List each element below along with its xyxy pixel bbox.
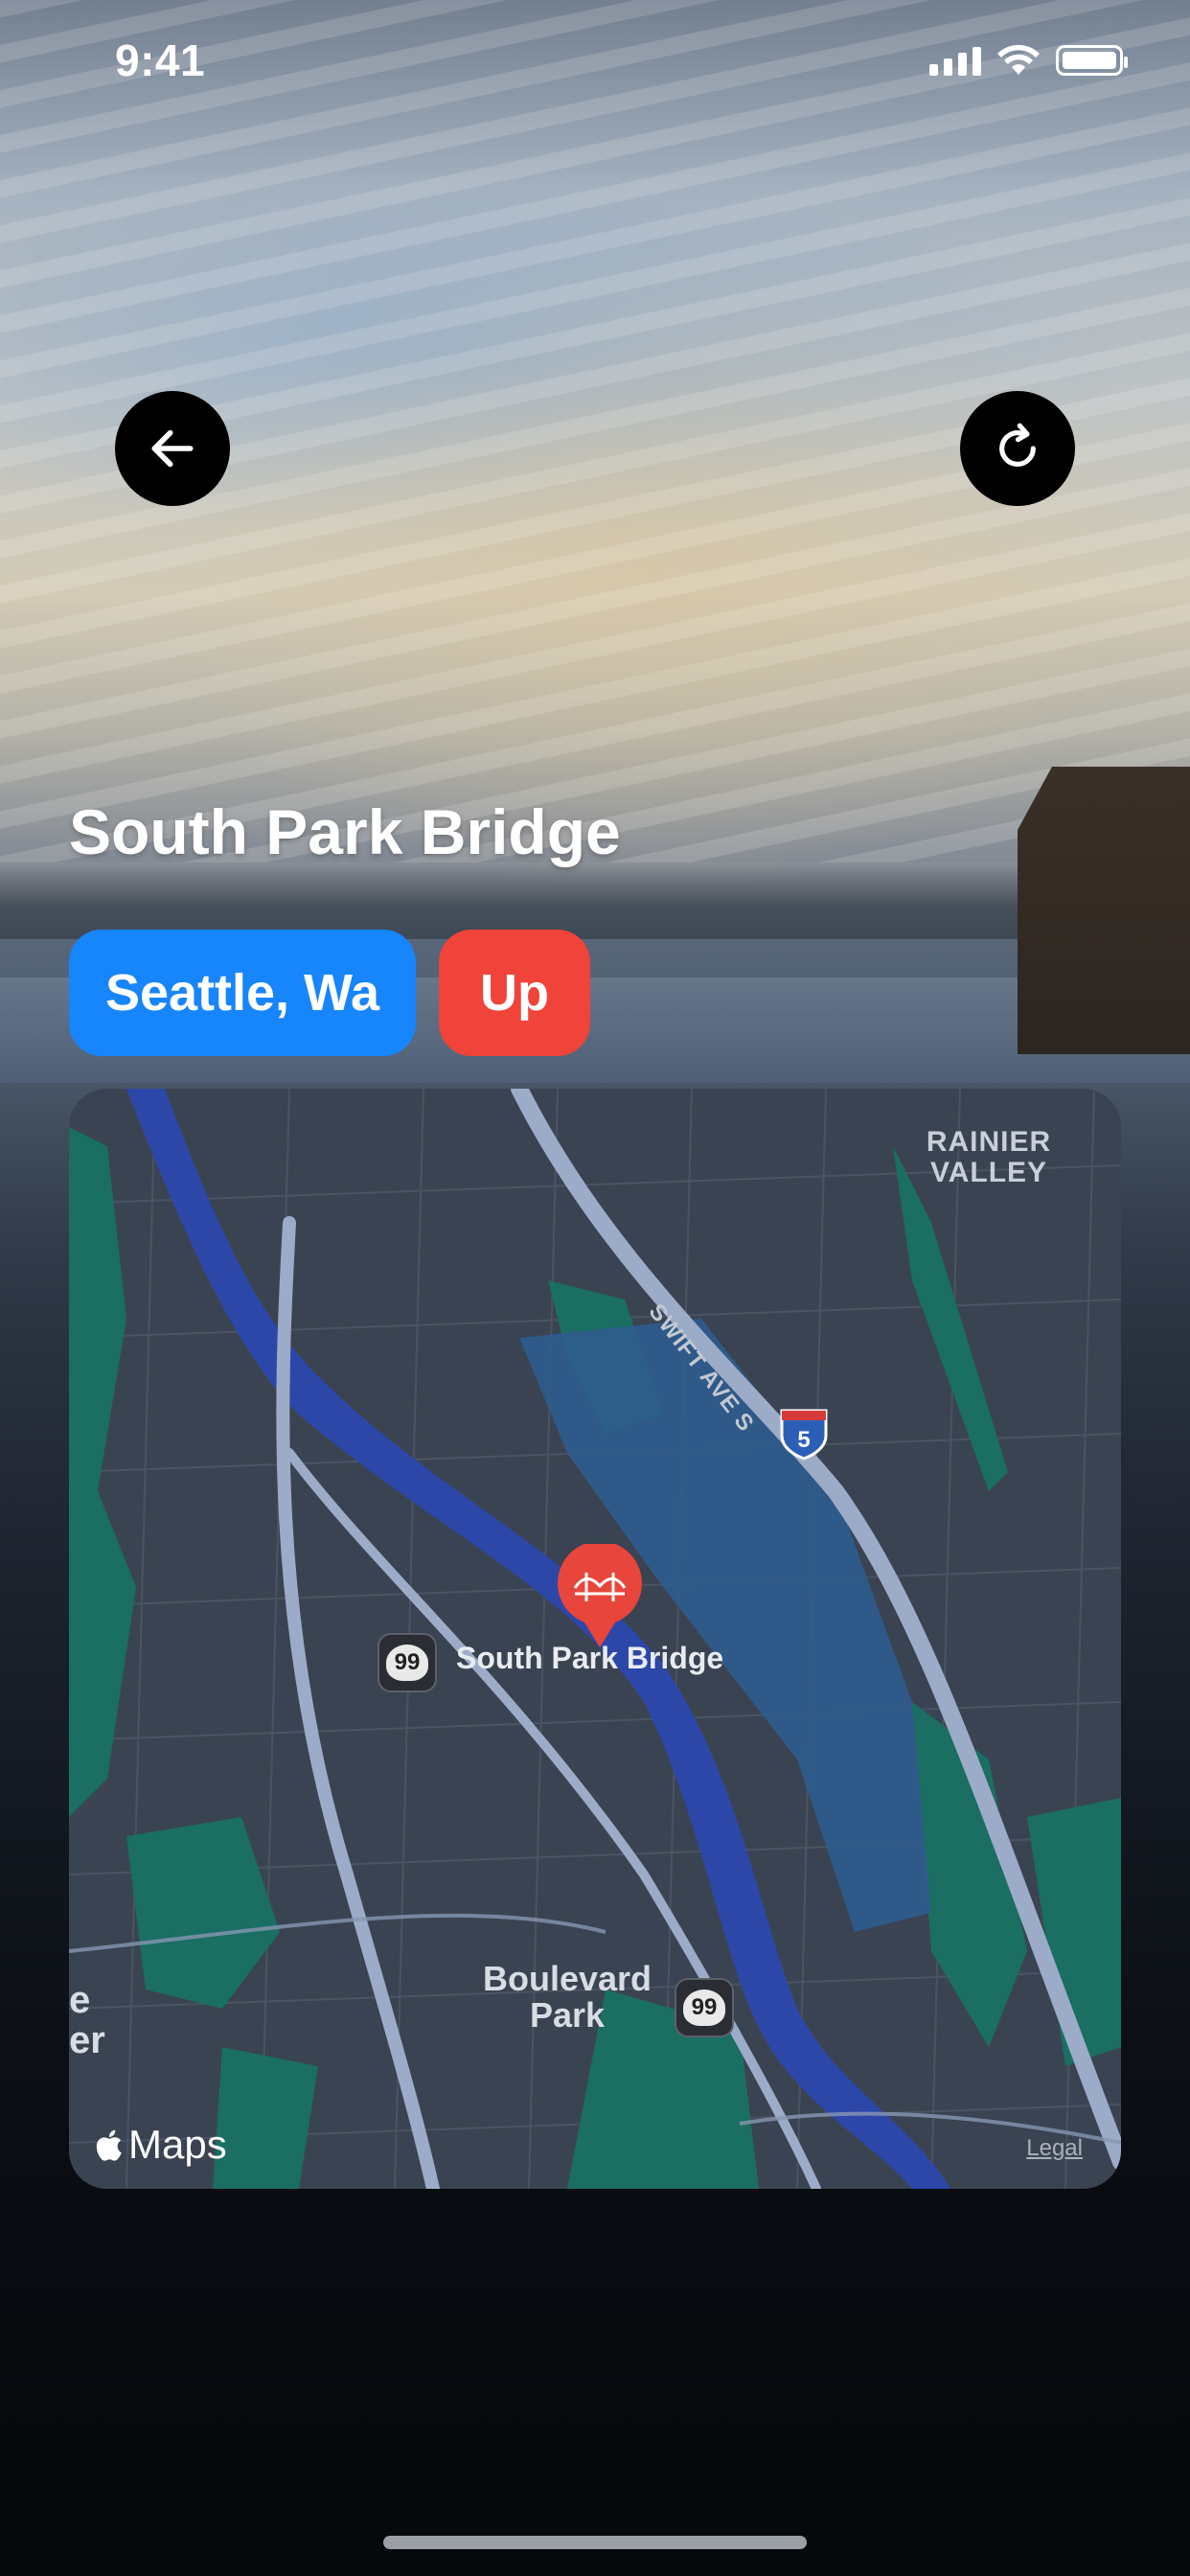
map-view[interactable]: RAINIER VALLEY SWIFT AVE S 5 99 99 South… <box>69 1089 1121 2189</box>
back-button[interactable] <box>115 391 230 506</box>
route-number: 99 <box>386 1644 428 1681</box>
route-number: 99 <box>683 1990 725 2026</box>
map-label-partial: e er <box>69 1979 105 2061</box>
arrow-left-icon <box>151 429 194 468</box>
wifi-icon <box>997 44 1040 75</box>
apple-logo-icon <box>96 2129 122 2161</box>
status-bar: 9:41 <box>0 0 1190 126</box>
maps-attribution: Maps <box>96 2122 227 2168</box>
map-label-park: Boulevard Park <box>482 1959 652 2035</box>
bridge-title: South Park Bridge <box>69 796 621 867</box>
status-time: 9:41 <box>115 35 206 85</box>
battery-icon <box>1056 45 1128 76</box>
cellular-signal-icon <box>929 45 981 76</box>
refresh-icon <box>999 423 1036 467</box>
interstate-shield-icon: 5 <box>780 1409 828 1460</box>
refresh-button[interactable] <box>960 391 1075 506</box>
bridge-tower <box>1018 767 1190 1054</box>
bridge-status-badge: Up <box>439 930 590 1056</box>
bridge-pin-icon[interactable] <box>556 1544 644 1649</box>
home-indicator[interactable] <box>383 2536 807 2549</box>
legal-link[interactable]: Legal <box>1026 2135 1083 2162</box>
map-pin-label: South Park Bridge <box>456 1641 724 1675</box>
route-shield-icon: 99 <box>378 1633 437 1692</box>
location-chip[interactable]: Seattle, Wa <box>69 930 416 1056</box>
interstate-number: 5 <box>797 1427 810 1453</box>
maps-brand-label: Maps <box>128 2122 227 2167</box>
route-shield-icon: 99 <box>675 1978 734 2037</box>
status-icons <box>929 44 1128 77</box>
map-label-rainier-valley: RAINIER VALLEY <box>926 1126 1052 1188</box>
